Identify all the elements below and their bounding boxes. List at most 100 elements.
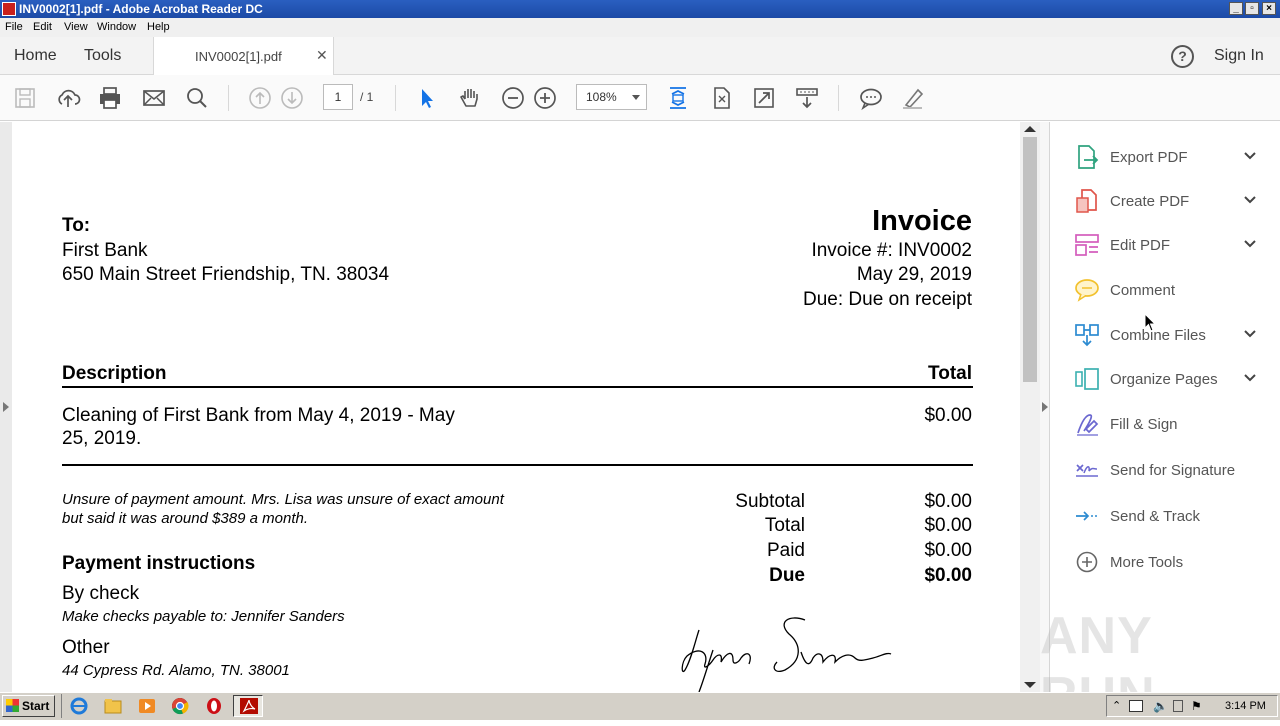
save-icon[interactable] <box>12 85 38 111</box>
note-line1: Unsure of payment amount. Mrs. Lisa was … <box>62 491 504 508</box>
scroll-down-icon[interactable] <box>1024 682 1036 688</box>
tab-home[interactable]: Home <box>14 47 57 65</box>
pdf-page: To: First Bank 650 Main Street Friendshi… <box>12 122 1020 692</box>
tool-export-pdf[interactable]: Export PDF <box>1074 144 1274 174</box>
chevron-down-icon[interactable] <box>1242 325 1258 341</box>
comment-bubble-icon[interactable] <box>858 85 884 111</box>
minimize-button[interactable]: _ <box>1229 2 1243 15</box>
clock[interactable]: 3:14 PM <box>1225 700 1266 712</box>
acrobat-app-icon <box>2 2 16 16</box>
file-explorer-icon[interactable] <box>102 696 124 716</box>
edit-pdf-icon <box>1074 232 1100 258</box>
tab-tools[interactable]: Tools <box>84 47 121 65</box>
other-label: Other <box>62 637 110 658</box>
tool-more-tools[interactable]: More Tools <box>1074 549 1274 579</box>
collapse-right-panel-icon[interactable] <box>1042 402 1048 412</box>
restore-button[interactable]: ▫ <box>1245 2 1259 15</box>
media-player-icon[interactable] <box>136 696 158 716</box>
expand-left-panel-icon[interactable] <box>3 402 9 412</box>
send-track-icon <box>1074 503 1100 529</box>
sign-in-link[interactable]: Sign In <box>1214 47 1264 65</box>
hand-tool-icon[interactable] <box>457 85 483 111</box>
help-icon[interactable]: ? <box>1171 45 1194 68</box>
zoom-out-icon[interactable] <box>500 85 526 111</box>
zoom-select[interactable]: 108% <box>576 84 647 110</box>
chevron-down-icon[interactable] <box>1242 191 1258 207</box>
header-rule <box>62 386 973 388</box>
next-page-icon[interactable] <box>279 85 305 111</box>
full-screen-icon[interactable] <box>751 85 777 111</box>
invoice-number: Invoice #: INV0002 <box>811 240 972 261</box>
comment-icon <box>1074 277 1100 303</box>
tool-comment[interactable]: Comment <box>1074 277 1274 307</box>
document-tab-label: INV0002[1].pdf <box>195 49 282 64</box>
tool-fill-sign[interactable]: Fill & Sign <box>1074 411 1274 441</box>
recipient-address: 650 Main Street Friendship, TN. 38034 <box>62 264 390 285</box>
search-icon[interactable] <box>184 85 210 111</box>
upload-cloud-icon[interactable] <box>55 85 81 111</box>
email-icon[interactable] <box>141 85 167 111</box>
by-check-label: By check <box>62 583 140 604</box>
to-label: To: <box>62 215 91 236</box>
select-cursor-icon[interactable] <box>414 85 440 111</box>
previous-page-icon[interactable] <box>247 85 273 111</box>
toolbar-separator <box>228 85 229 111</box>
chevron-down-icon[interactable] <box>1242 147 1258 163</box>
start-button[interactable]: Start <box>2 695 55 717</box>
tool-create-pdf[interactable]: Create PDF <box>1074 188 1274 218</box>
page-number-input[interactable]: 1 <box>323 84 353 110</box>
tool-organize-pages[interactable]: Organize Pages <box>1074 366 1274 396</box>
zoom-value: 108% <box>586 90 617 104</box>
network-icon[interactable] <box>1129 700 1143 712</box>
menu-file[interactable]: File <box>5 21 23 33</box>
menu-view[interactable]: View <box>64 21 88 33</box>
paid-label: Paid <box>766 540 805 561</box>
read-mode-icon[interactable] <box>794 85 820 111</box>
start-label: Start <box>22 699 50 713</box>
highlight-pen-icon[interactable] <box>900 85 926 111</box>
page-count: / 1 <box>360 90 374 104</box>
items-rule <box>62 464 973 466</box>
menu-help[interactable]: Help <box>147 21 170 33</box>
tool-label: Comment <box>1110 282 1176 299</box>
organize-pages-icon <box>1074 366 1100 392</box>
scroll-up-icon[interactable] <box>1024 126 1036 132</box>
rotate-view-icon[interactable] <box>708 85 734 111</box>
internet-explorer-icon[interactable] <box>68 696 90 716</box>
check-payable-text: Make checks payable to: Jennifer Sanders <box>62 608 345 625</box>
vertical-scrollbar[interactable] <box>1020 122 1040 692</box>
chevron-down-icon[interactable] <box>1242 369 1258 385</box>
note-line2: but said it was around $389 a month. <box>62 510 308 527</box>
close-window-button[interactable]: × <box>1262 2 1276 15</box>
invoice-heading: Invoice <box>872 205 972 237</box>
tool-label: Create PDF <box>1110 193 1190 210</box>
more-tools-icon <box>1074 549 1100 575</box>
scroll-thumb[interactable] <box>1023 137 1037 382</box>
tray-expand-icon[interactable]: ⌃ <box>1112 699 1121 712</box>
zoom-in-icon[interactable] <box>532 85 558 111</box>
windows-logo-icon <box>6 699 19 712</box>
print-icon[interactable] <box>97 85 123 111</box>
tool-edit-pdf[interactable]: Edit PDF <box>1074 232 1274 262</box>
tool-send-for-signature[interactable]: Send for Signature <box>1074 457 1274 487</box>
opera-icon[interactable] <box>203 696 225 716</box>
total-value: $0.00 <box>924 515 972 536</box>
menu-window[interactable]: Window <box>97 21 136 33</box>
tab-document[interactable]: INV0002[1].pdf ✕ <box>153 37 334 75</box>
tool-send-track[interactable]: Send & Track <box>1074 503 1274 533</box>
tool-combine-files[interactable]: Combine Files <box>1074 322 1274 352</box>
menu-edit[interactable]: Edit <box>33 21 52 33</box>
volume-icon[interactable]: 🔈 <box>1153 699 1168 713</box>
battery-icon[interactable] <box>1173 700 1183 712</box>
subtotal-value: $0.00 <box>924 491 972 512</box>
chevron-down-icon[interactable] <box>1242 235 1258 251</box>
close-tab-icon[interactable]: ✕ <box>316 47 328 64</box>
due-value: $0.00 <box>924 565 972 586</box>
description-header: Description <box>62 363 167 384</box>
action-center-flag-icon[interactable]: ⚑ <box>1191 699 1202 713</box>
chrome-icon[interactable] <box>169 696 191 716</box>
acrobat-taskbar-button[interactable] <box>233 695 263 717</box>
invoice-due: Due: Due on receipt <box>803 289 972 310</box>
fill-sign-icon <box>1074 411 1100 437</box>
fit-page-icon[interactable] <box>665 85 691 111</box>
